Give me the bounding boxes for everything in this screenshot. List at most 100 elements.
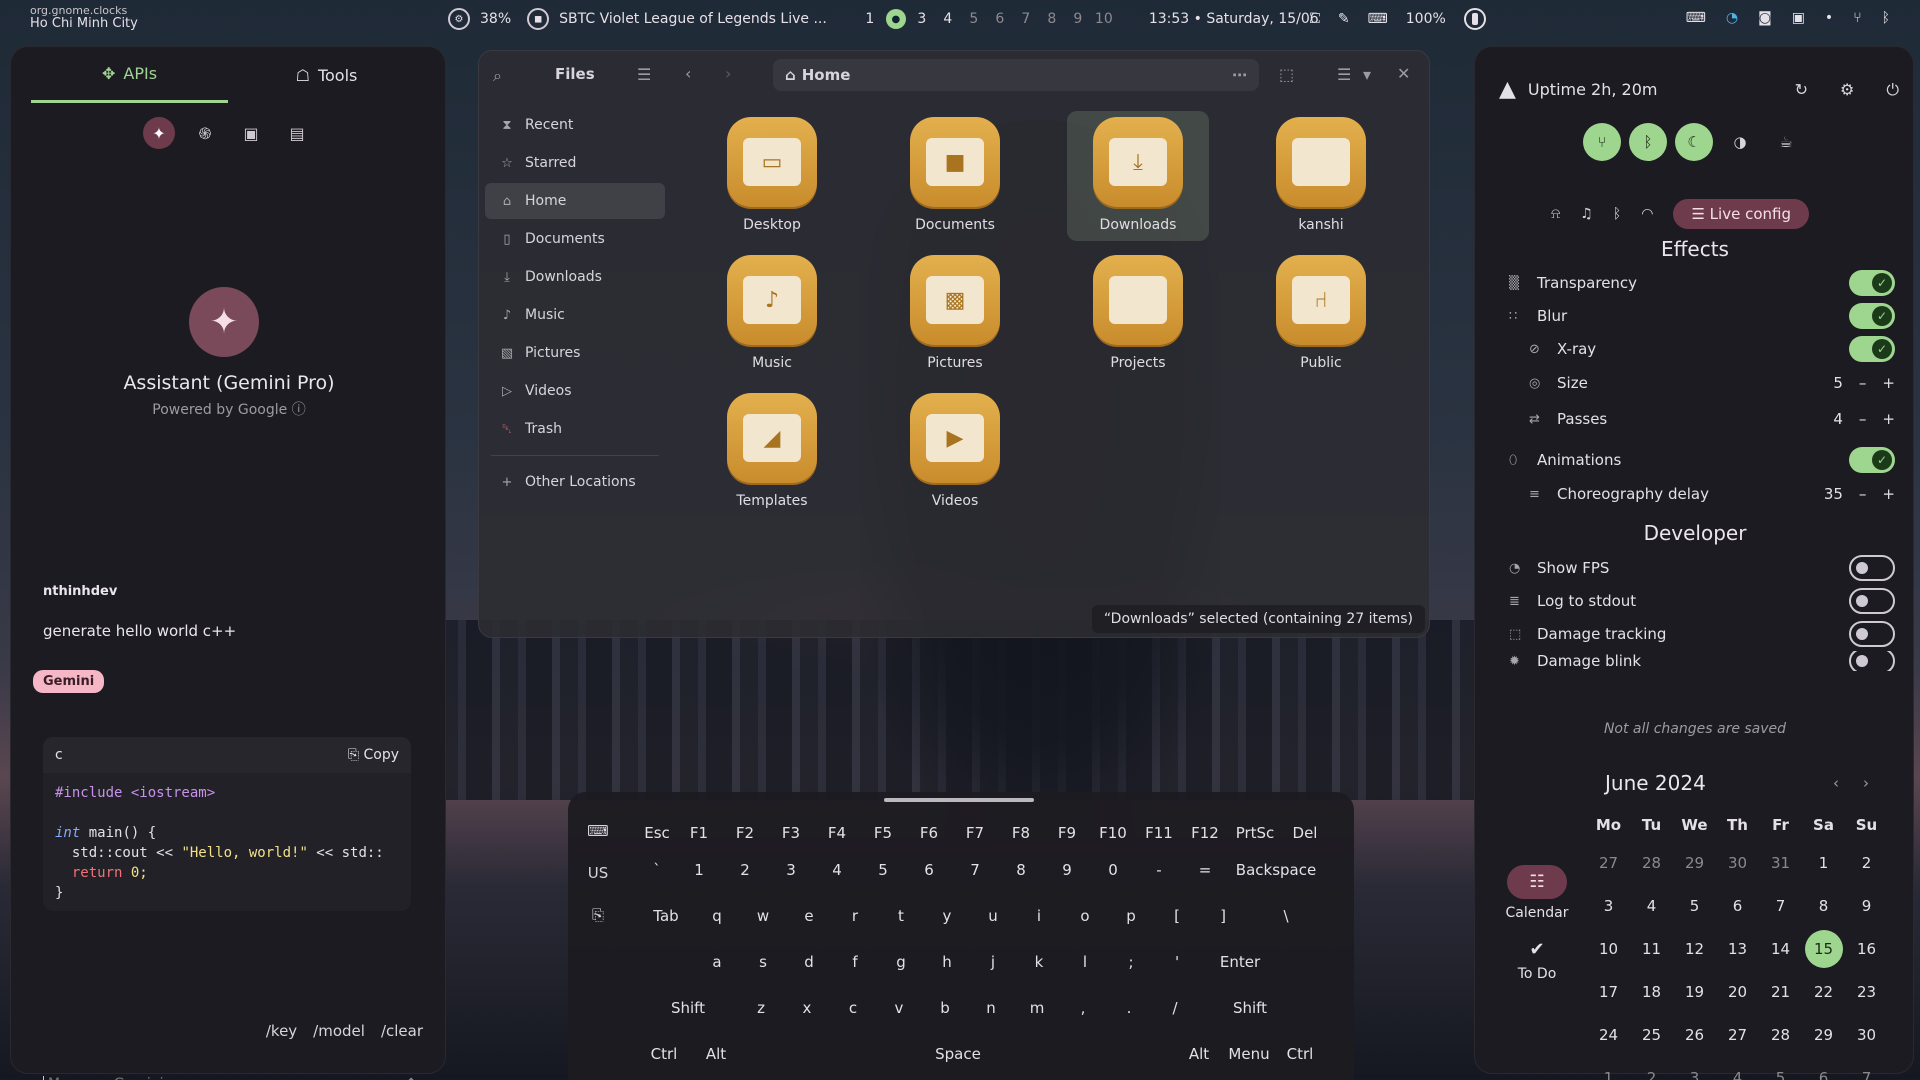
key[interactable]: 7 [952,851,998,889]
key[interactable]: e [786,897,832,935]
keyboard-mode-icon[interactable]: ⌨ [587,822,609,840]
key[interactable]: k [1016,943,1062,981]
workspace-1[interactable]: 1 [857,11,883,27]
folder-music[interactable]: ♪ Music [701,249,843,379]
key[interactable]: 6 [906,851,952,889]
openai-model-icon[interactable]: ֍ [189,117,221,149]
fps-switch[interactable] [1849,555,1895,581]
key[interactable]: \ [1246,897,1326,935]
sidebar-item-documents[interactable]: ▯ Documents [485,221,665,257]
workspace-4[interactable]: 4 [935,11,961,27]
key[interactable]: d [786,943,832,981]
booru-model-icon[interactable]: ▤ [281,117,313,149]
animations-switch[interactable] [1849,447,1895,473]
calendar-day[interactable]: 23 [1845,973,1888,1011]
calendar-day[interactable]: 17 [1587,973,1630,1011]
tray-keyboard-icon[interactable]: ⌨ [1686,10,1706,26]
key[interactable]: Shift [1198,989,1302,1027]
back-icon[interactable]: ‹ [685,64,691,83]
key[interactable]: h [924,943,970,981]
network-toggle-icon[interactable]: ⑂ [1583,123,1621,161]
workspace-2-active[interactable]: ● [885,9,906,29]
nav-calendar[interactable]: ☷ Calendar [1506,865,1568,921]
calendar-day[interactable]: 28 [1759,1016,1802,1054]
calendar-day[interactable]: 19 [1673,973,1716,1011]
volume-icon[interactable]: ♫ [1580,206,1593,222]
tray-edge-icon[interactable]: ◔ [1726,10,1738,26]
wifi-icon[interactable]: ◠ [1641,206,1653,222]
key[interactable]: Esc [638,814,676,852]
key[interactable]: Alt [690,1035,742,1073]
calendar-day[interactable]: 4 [1716,1059,1759,1080]
key[interactable]: u [970,897,1016,935]
key[interactable]: s [740,943,786,981]
folder-projects[interactable]: Projects [1067,249,1209,379]
calendar-day[interactable]: 8 [1802,887,1845,925]
tray-dot-icon[interactable]: • [1825,10,1833,26]
key[interactable]: z [738,989,784,1027]
folder-documents[interactable]: ■ Documents [884,111,1026,241]
key[interactable]: i [1016,897,1062,935]
transparency-switch[interactable] [1849,270,1895,296]
key[interactable]: c [830,989,876,1027]
key[interactable]: t [878,897,924,935]
calendar-day[interactable]: 27 [1716,1016,1759,1054]
calendar-day[interactable]: 12 [1673,930,1716,968]
calendar-day[interactable]: 18 [1630,973,1673,1011]
key[interactable]: = [1182,851,1228,889]
key[interactable]: F8 [998,814,1044,852]
calendar-day[interactable]: 6 [1716,887,1759,925]
copy-button[interactable]: ⎘ Copy [348,747,399,763]
key[interactable]: 5 [860,851,906,889]
new-folder-icon[interactable]: ⬚ [1279,65,1294,84]
key[interactable]: F5 [860,814,906,852]
calendar-day[interactable]: 3 [1587,887,1630,925]
calendar-day[interactable]: 29 [1802,1016,1845,1054]
workspace-9[interactable]: 9 [1065,11,1091,27]
key[interactable]: 9 [1044,851,1090,889]
key[interactable]: , [1060,989,1106,1027]
calendar-today[interactable]: 15 [1804,930,1843,968]
calendar-day[interactable]: 5 [1759,1059,1802,1080]
key[interactable]: l [1062,943,1108,981]
next-month-icon[interactable]: › [1863,774,1869,792]
calendar-day[interactable]: 16 [1845,930,1888,968]
menu-icon[interactable]: ☰ [637,65,651,84]
pen-icon[interactable]: ✎ [1338,11,1350,27]
sidebar-item-downloads[interactable]: ⤓ Downloads [485,259,665,295]
calendar-day[interactable]: 30 [1716,844,1759,882]
key[interactable]: Ctrl [1274,1035,1326,1073]
folder-desktop[interactable]: ▭ Desktop [701,111,843,241]
sidebar-item-pictures[interactable]: ▧ Pictures [485,335,665,371]
calendar-day[interactable]: 4 [1630,887,1673,925]
calendar-day[interactable]: 1 [1802,844,1845,882]
keyboard-drag-handle[interactable] [884,798,1034,802]
calendar-day[interactable]: 11 [1630,930,1673,968]
key[interactable]: Menu [1224,1035,1274,1073]
calendar-day[interactable]: 9 [1845,887,1888,925]
key[interactable]: Del [1282,814,1328,852]
send-icon[interactable]: ↑ [405,1076,417,1080]
key[interactable]: F10 [1090,814,1136,852]
key[interactable]: f [832,943,878,981]
calendar-day[interactable]: 22 [1802,973,1845,1011]
key[interactable]: 2 [722,851,768,889]
key[interactable]: 4 [814,851,860,889]
key[interactable]: n [968,989,1014,1027]
blur-switch[interactable] [1849,303,1895,329]
key[interactable]: Alt [1174,1035,1224,1073]
image-model-icon[interactable]: ▣ [235,117,267,149]
power-icon[interactable]: ⏻ [1886,80,1899,100]
sidebar-item-videos[interactable]: ▷ Videos [485,373,665,409]
damage-switch[interactable] [1849,621,1895,647]
key[interactable]: o [1062,897,1108,935]
tab-tools[interactable]: ☖ Tools [228,47,425,103]
key[interactable]: [ [1154,897,1200,935]
key[interactable]: m [1014,989,1060,1027]
key[interactable]: F2 [722,814,768,852]
key[interactable]: y [924,897,970,935]
key[interactable]: 8 [998,851,1044,889]
passes-increment[interactable]: + [1882,410,1895,428]
reload-icon[interactable]: ↻ [1795,80,1808,100]
key[interactable]: F12 [1182,814,1228,852]
